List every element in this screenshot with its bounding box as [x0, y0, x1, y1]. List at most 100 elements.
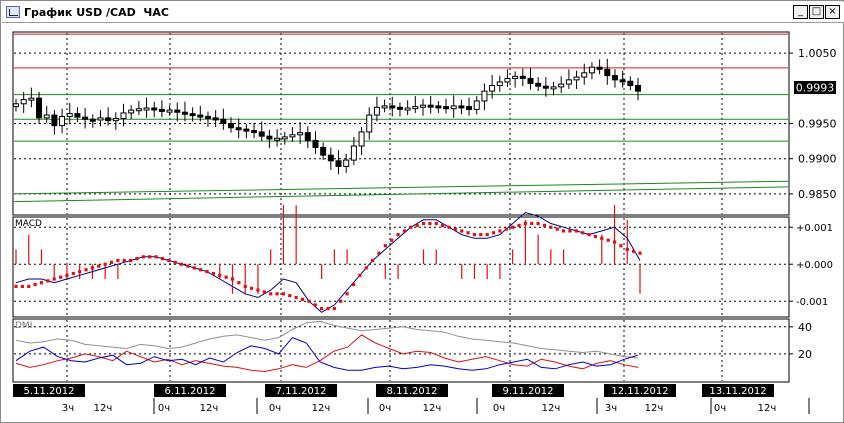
macd-signal-point	[135, 257, 139, 261]
candle-body	[627, 80, 634, 86]
macd-signal-point	[561, 229, 566, 233]
date-label: 5.11.2012	[24, 386, 75, 397]
candle-body	[635, 84, 641, 92]
candle-body	[28, 97, 35, 101]
candle-body	[97, 117, 104, 121]
macd-signal-point	[491, 231, 496, 235]
candle-body	[427, 104, 434, 108]
macd-signal-point	[402, 229, 407, 233]
candle-body	[596, 66, 603, 70]
macd-signal-point	[396, 233, 400, 237]
candle-body	[251, 130, 258, 134]
macd-signal-point	[78, 270, 82, 274]
candle-body	[604, 68, 611, 77]
macd-signal-point	[485, 233, 489, 237]
macd-signal-point	[33, 282, 37, 287]
macd-signal-point	[269, 292, 273, 296]
candle-body	[158, 108, 165, 112]
macd-signal-point	[103, 262, 107, 266]
candle-body	[297, 132, 304, 136]
candle-body	[573, 76, 580, 81]
macd-signal-point	[160, 257, 165, 261]
macd-signal-point	[300, 297, 305, 301]
macd-signal-point	[612, 240, 617, 244]
candle-body	[36, 97, 43, 119]
candle-body	[443, 106, 450, 110]
macd-signal-point	[154, 255, 158, 259]
macd-signal-point	[625, 247, 629, 252]
window-title: График USD /CAD ЧАС	[24, 6, 169, 19]
candle-body	[381, 105, 388, 109]
candle-body	[43, 114, 50, 119]
macd-signal-point	[27, 284, 31, 289]
time-axis[interactable]: 5.11.2012 6.11.2012 7.11.2012 8.11.2012 9.11…	[13, 384, 810, 414]
macd-signal-point	[256, 288, 260, 292]
title-bar[interactable]: График USD /CAD ЧАС _ □ ×	[2, 2, 844, 23]
macd-signal-point	[262, 290, 266, 294]
date-label: 6.11.2012	[165, 386, 216, 397]
macd-signal-point	[84, 268, 88, 272]
macd-signal-point	[167, 258, 171, 263]
macd-signal-point	[122, 258, 126, 263]
candle-body	[212, 117, 219, 121]
macd-signal-point	[339, 299, 343, 303]
candle-body	[466, 106, 473, 110]
macd-signal-point	[606, 238, 610, 242]
macd-signal-point	[218, 273, 222, 277]
candle-body	[473, 100, 480, 110]
price-tick-label: 1.0050	[798, 47, 837, 60]
macd-signal-point	[536, 221, 540, 226]
macd-signal-point	[523, 221, 527, 226]
macd-signal-point	[498, 229, 502, 233]
macd-signal-point	[313, 303, 317, 307]
candle-body	[512, 75, 519, 79]
macd-signal-point	[129, 258, 133, 263]
candle-body	[51, 114, 58, 127]
macd-signal-point	[294, 295, 298, 300]
macd-signal-point	[46, 279, 50, 283]
macd-signal-point	[517, 223, 521, 227]
candle-body	[220, 118, 227, 125]
candle-body	[228, 123, 235, 129]
chart-canvas[interactable]: 1.0050 0.9950 0.9900 0.9850 0.9993 MACD +0.…	[2, 22, 844, 422]
macd-signal-point	[211, 271, 215, 276]
macd-signal-point	[383, 244, 387, 248]
macd-signal-point	[568, 229, 572, 233]
macd-signal-point	[97, 264, 101, 268]
macd-signal-point	[320, 307, 324, 311]
candle-body	[66, 113, 73, 117]
candle-body	[82, 116, 89, 120]
macd-signal-point	[390, 238, 394, 242]
macd-signal-point	[370, 258, 375, 263]
candle-body	[458, 105, 465, 109]
date-label: 9.11.2012	[503, 386, 554, 397]
macd-signal-point	[116, 258, 120, 263]
hour-label: 12ч	[312, 403, 331, 414]
macd-signal-point	[511, 225, 515, 229]
macd-panel[interactable]: MACD +0.001 +0.000 -0.001	[12, 205, 833, 318]
close-button[interactable]: ×	[825, 5, 840, 19]
maximize-button[interactable]: □	[809, 5, 824, 19]
macd-signal-point	[530, 221, 534, 226]
macd-signal-point	[326, 307, 330, 311]
macd-signal-point	[230, 277, 235, 281]
hour-label: 0ч	[269, 403, 281, 414]
candle-body	[611, 75, 618, 81]
macd-signal-point	[593, 234, 598, 239]
candle-body	[535, 82, 542, 87]
hour-label: 12ч	[645, 403, 664, 414]
hour-label: 12ч	[94, 403, 113, 414]
candle-body	[389, 105, 396, 109]
candle-body	[289, 134, 296, 138]
minimize-button[interactable]: _	[793, 5, 808, 19]
candle-body	[143, 107, 150, 111]
price-panel[interactable]: 1.0050 0.9950 0.9900 0.9850 0.9993	[12, 31, 837, 216]
macd-signal-point	[307, 299, 311, 303]
macd-signal-point	[460, 229, 464, 233]
macd-signal-point	[186, 264, 190, 268]
macd-panel-label: MACD	[15, 219, 42, 229]
macd-signal-point	[447, 225, 451, 229]
candle-body	[343, 159, 350, 167]
candle-body	[128, 109, 135, 114]
dmi-panel[interactable]: DMI 40 20	[12, 318, 812, 383]
